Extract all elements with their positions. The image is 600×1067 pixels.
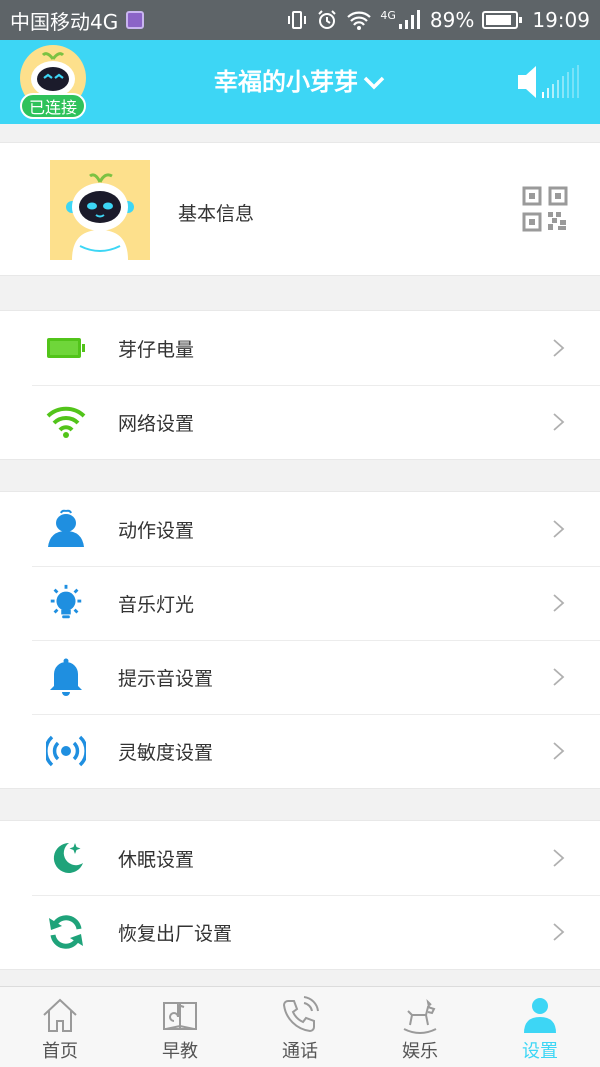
bell-icon: [46, 657, 86, 697]
person-settings-icon: [524, 998, 556, 1033]
tab-early-education[interactable]: 早教: [120, 987, 240, 1067]
tab-home[interactable]: 首页: [0, 987, 120, 1067]
app-header: 已连接 幸福的小芽芽: [0, 40, 600, 124]
robot-action-icon: [46, 509, 86, 549]
battery-icon: [46, 328, 86, 368]
power-network-group: 芽仔电量 网络设置: [0, 310, 600, 460]
chevron-right-icon: [553, 742, 565, 760]
tab-label: 首页: [42, 1041, 78, 1062]
tab-label: 娱乐: [402, 1041, 438, 1062]
chevron-right-icon: [553, 849, 565, 867]
list-item-sleep[interactable]: 休眠设置: [0, 821, 600, 895]
battery-status-icon: [482, 11, 523, 29]
tab-label: 早教: [162, 1041, 198, 1062]
device-name: 幸福的小芽芽: [214, 68, 358, 96]
profile-row[interactable]: 基本信息: [0, 142, 600, 276]
list-item-network[interactable]: 网络设置: [0, 385, 600, 459]
rocking-horse-icon: [403, 998, 437, 1034]
vibrate-icon: [288, 11, 307, 29]
status-bar: 中国移动4G 4G 89% 19:09: [0, 0, 600, 40]
moon-icon: [46, 838, 86, 878]
book-icon: [163, 1002, 197, 1030]
qr-code-icon[interactable]: [522, 186, 568, 232]
chevron-right-icon: [553, 413, 565, 431]
chevron-right-icon: [553, 923, 565, 941]
list-item-battery[interactable]: 芽仔电量: [0, 311, 600, 385]
battery-percent: 89%: [429, 8, 475, 32]
volume-icon[interactable]: [516, 62, 588, 102]
wifi-icon: [46, 402, 86, 442]
gallery-notification-icon: [126, 11, 145, 29]
chevron-right-icon: [553, 520, 565, 538]
sensitivity-icon: [46, 731, 86, 771]
chevron-right-icon: [553, 594, 565, 612]
list-item-music-light[interactable]: 音乐灯光: [0, 566, 600, 640]
list-item-label: 提示音设置: [118, 667, 214, 690]
chevron-right-icon: [553, 668, 565, 686]
tab-label: 通话: [282, 1041, 318, 1062]
refresh-icon: [46, 912, 86, 952]
robot-settings-group: 动作设置 音乐灯光 提示音设置 灵敏度设置: [0, 491, 600, 789]
lightbulb-icon: [46, 583, 86, 623]
list-item-sound[interactable]: 提示音设置: [0, 640, 600, 714]
list-item-label: 休眠设置: [118, 848, 195, 871]
tab-label: 设置: [522, 1041, 558, 1062]
signal-icon: [398, 10, 420, 29]
list-item-factory-reset[interactable]: 恢复出厂设置: [0, 895, 600, 969]
wifi-status-icon: [347, 11, 372, 30]
list-item-label: 恢复出厂设置: [118, 922, 233, 945]
system-group: 休眠设置 恢复出厂设置: [0, 820, 600, 970]
list-item-label: 芽仔电量: [118, 338, 195, 361]
basic-info-label: 基本信息: [178, 203, 255, 225]
list-item-action[interactable]: 动作设置: [0, 492, 600, 566]
device-selector[interactable]: 幸福的小芽芽: [0, 62, 600, 97]
phone-icon: [282, 996, 319, 1033]
list-item-label: 音乐灯光: [118, 593, 195, 616]
carrier-label: 中国移动4G: [10, 9, 119, 34]
list-item-label: 网络设置: [118, 412, 195, 435]
profile-avatar: [50, 160, 150, 260]
alarm-icon: [318, 10, 337, 29]
home-icon: [43, 998, 77, 1032]
tab-entertainment[interactable]: 娱乐: [360, 987, 480, 1067]
chevron-right-icon: [553, 339, 565, 357]
chevron-down-icon: [363, 76, 385, 90]
tab-settings[interactable]: 设置: [480, 987, 600, 1067]
list-item-label: 动作设置: [118, 519, 195, 542]
list-item-label: 灵敏度设置: [118, 741, 214, 764]
list-item-sensitivity[interactable]: 灵敏度设置: [0, 714, 600, 788]
bottom-tab-bar: 首页 早教 通话 娱乐 设置: [0, 986, 600, 1067]
network-type-label: 4G: [380, 8, 396, 22]
clock: 19:09: [532, 8, 590, 32]
tab-call[interactable]: 通话: [240, 987, 360, 1067]
